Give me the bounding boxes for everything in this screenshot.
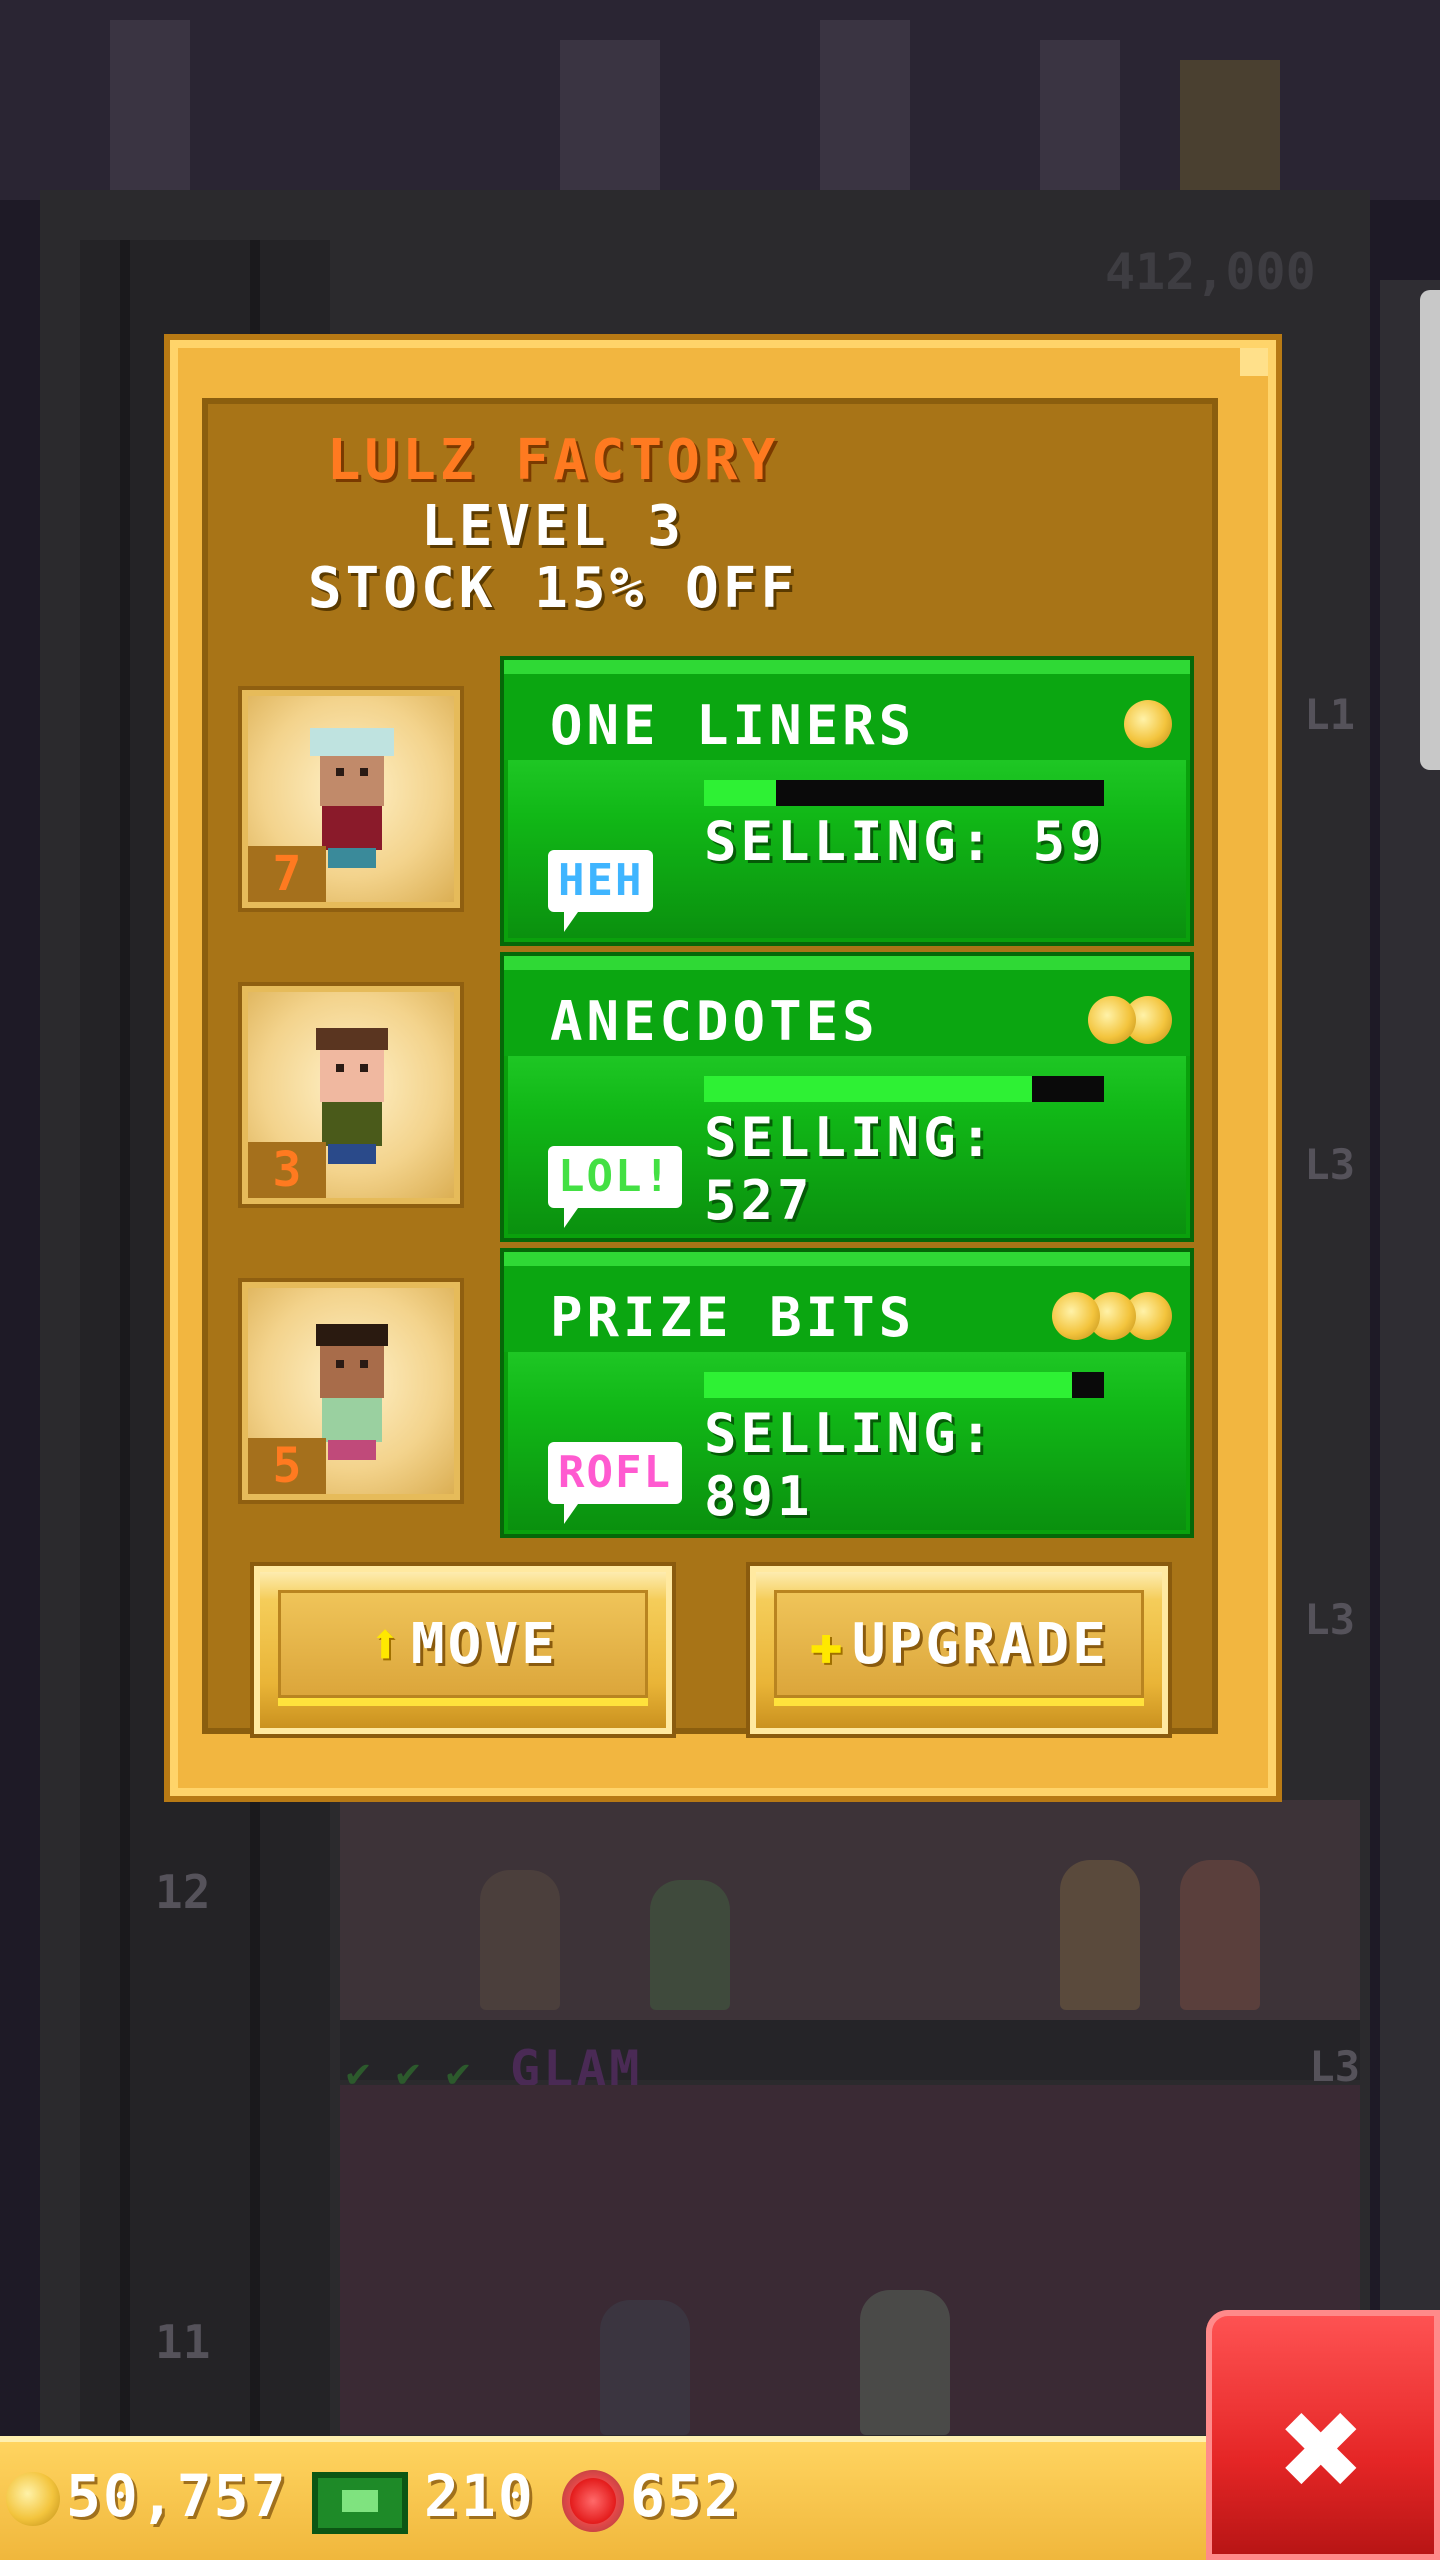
upgrade-button-label: UPGRADE (851, 1612, 1109, 1677)
check-icon: ✔ (446, 2050, 471, 2096)
check-icon: ✔ (396, 2050, 421, 2096)
close-icon: ✖ (1280, 2368, 1366, 2531)
selling-count: SELLING: 59 (704, 810, 1106, 873)
coin-icon (1124, 700, 1172, 748)
scrollbar[interactable] (1420, 290, 1440, 770)
stock-progress-bar (704, 1076, 1104, 1102)
chip-icon (562, 2470, 624, 2532)
coin-icon-group (1116, 700, 1172, 752)
check-icon: ✔ (346, 2050, 371, 2096)
stock-name: ONE LINERS (550, 694, 916, 757)
arrow-up-icon: ⬆ (368, 1612, 405, 1677)
business-level: LEVEL 3 (420, 494, 685, 559)
stock-card[interactable]: ONE LINERS SELLING: 59 HEH (504, 660, 1190, 942)
stock-progress-bar (704, 1372, 1104, 1398)
resident-portrait[interactable]: 3 (242, 986, 460, 1204)
stock-progress-fill (704, 1372, 1072, 1398)
popup-corner-stud (1240, 348, 1268, 376)
floor-number: 12 (155, 1865, 211, 1919)
plus-icon: ✚ (809, 1612, 846, 1677)
business-name: LULZ FACTORY (326, 428, 780, 493)
coin-icon-group (1076, 996, 1172, 1048)
stock-card[interactable]: ANECDOTES SELLING: 527 LOL! (504, 956, 1190, 1238)
stock-progress-fill (704, 1076, 1032, 1102)
floor-level: L3 (1309, 2042, 1360, 2091)
stock-card[interactable]: PRIZE BITS SELLING: 891 ROFL (504, 1252, 1190, 1534)
tower-bux-icon (312, 2472, 408, 2534)
move-button[interactable]: ⬆ MOVE (254, 1566, 672, 1734)
speech-bubble: LOL! (548, 1146, 682, 1228)
stock-name: PRIZE BITS (550, 1286, 916, 1349)
selling-count: SELLING: 891 (704, 1402, 997, 1528)
speech-bubble-text: HEH (558, 855, 644, 906)
upgrade-button[interactable]: ✚ UPGRADE (750, 1566, 1168, 1734)
chip-balance: 652 (630, 2462, 741, 2530)
coin-icon (6, 2472, 60, 2526)
game-screen: 412,000 12 ✔ ✔ ✔ GLAM L3 11 L1 L3 L3 LUL… (0, 0, 1440, 2560)
floor-price-label: 412,000 (1105, 243, 1316, 301)
stock-discount: STOCK 15% OFF (307, 556, 799, 621)
speech-bubble-text: LOL! (558, 1151, 672, 1202)
resident-dream-level: 7 (248, 846, 326, 902)
floor-level: L3 (1304, 1140, 1355, 1189)
rooftop-scenery (0, 0, 1440, 200)
currency-bar: 50,757 210 652 (0, 2436, 1210, 2560)
coin-icon-group (1036, 1292, 1172, 1344)
stock-progress-fill (704, 780, 776, 806)
resident-dream-level: 5 (248, 1438, 326, 1494)
selling-count: SELLING: 527 (704, 1106, 997, 1232)
move-button-label: MOVE (410, 1612, 558, 1677)
close-button[interactable]: ✖ (1206, 2310, 1440, 2560)
floor-level: L3 (1304, 1595, 1355, 1644)
coin-balance: 50,757 (66, 2462, 288, 2530)
stock-progress-bar (704, 780, 1104, 806)
resident-dream-level: 3 (248, 1142, 326, 1198)
resident-portrait[interactable]: 5 (242, 1282, 460, 1500)
floor-level: L1 (1304, 690, 1355, 739)
floor-divider (340, 2020, 1360, 2080)
resident-portrait[interactable]: 7 (242, 690, 460, 908)
stock-name: ANECDOTES (550, 990, 879, 1053)
speech-bubble-text: ROFL (558, 1447, 672, 1498)
coin-icon (1052, 1292, 1100, 1340)
bux-balance: 210 (424, 2462, 535, 2530)
speech-bubble: ROFL (548, 1442, 682, 1524)
floor-number: 11 (155, 2315, 211, 2369)
coin-icon (1088, 996, 1136, 1044)
speech-bubble: HEH (548, 850, 654, 932)
